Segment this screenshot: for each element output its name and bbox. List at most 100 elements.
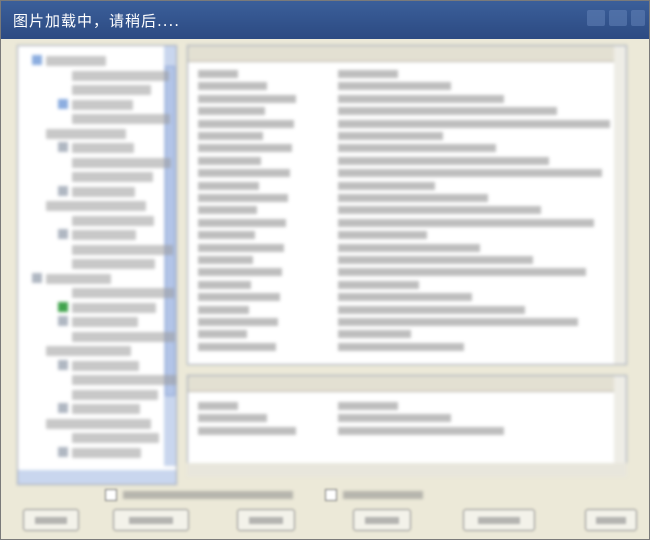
list-cell-value[interactable] (338, 144, 496, 153)
list-cell-value[interactable] (338, 119, 610, 128)
list-cell-name[interactable] (198, 94, 296, 103)
list-cell-value[interactable] (338, 181, 435, 190)
list-cell-name[interactable] (198, 82, 267, 91)
tree-pane[interactable] (17, 45, 177, 485)
tree-item[interactable] (72, 259, 155, 269)
list-cell-value[interactable] (338, 305, 525, 314)
option-checkbox-1[interactable] (105, 489, 117, 501)
list-cell-name[interactable] (198, 194, 288, 202)
list-cell-name[interactable] (198, 144, 292, 153)
list-cell-value[interactable] (338, 206, 541, 215)
tree-item[interactable] (72, 433, 159, 443)
details-column-header-value[interactable] (328, 376, 614, 392)
maximize-button[interactable] (609, 10, 627, 26)
tree-item[interactable] (72, 230, 136, 240)
action-button-2[interactable] (113, 509, 189, 531)
properties-list[interactable] (187, 45, 627, 365)
list-cell-value[interactable] (338, 70, 398, 78)
list-cell-name[interactable] (198, 414, 267, 423)
list-cell-value[interactable] (338, 156, 549, 165)
list-cell-value[interactable] (338, 243, 480, 252)
tree-item[interactable] (72, 244, 173, 255)
list-cell-name[interactable] (198, 280, 251, 289)
list-cell-value[interactable] (338, 414, 451, 423)
list-cell-name[interactable] (198, 305, 249, 314)
tree-item[interactable] (72, 70, 169, 81)
list-cell-name[interactable] (198, 402, 238, 410)
tree-item[interactable] (72, 389, 158, 400)
list-cell-value[interactable] (338, 82, 451, 91)
list-cell-name[interactable] (198, 156, 261, 165)
list-cell-value[interactable] (338, 94, 504, 103)
list-cell-value[interactable] (338, 293, 472, 302)
tree-item[interactable] (72, 317, 138, 327)
tree-item[interactable] (72, 85, 151, 95)
details-list[interactable] (187, 375, 627, 475)
list-cell-name[interactable] (198, 70, 238, 78)
list-cell-name[interactable] (198, 107, 265, 116)
list-cell-value[interactable] (338, 169, 602, 178)
action-button-3[interactable] (237, 509, 295, 531)
action-button-6[interactable] (585, 509, 637, 531)
option-checkbox-2[interactable] (325, 489, 337, 501)
tree-horizontal-scrollbar[interactable] (18, 470, 176, 484)
list-cell-name[interactable] (198, 318, 278, 326)
column-header-value[interactable] (328, 46, 614, 62)
list-cell-name[interactable] (198, 218, 286, 227)
tree-vertical-scrollbar[interactable] (164, 46, 176, 466)
list-cell-name[interactable] (198, 426, 296, 435)
tree-item[interactable] (72, 99, 133, 110)
tree-item[interactable] (72, 157, 171, 168)
title-bar[interactable]: 图片加载中，请稍后.... (1, 1, 649, 39)
list-cell-value[interactable] (338, 194, 488, 202)
list-cell-value[interactable] (338, 268, 586, 277)
list-cell-name[interactable] (198, 293, 280, 302)
tree-item[interactable] (72, 360, 139, 371)
list-cell-value[interactable] (338, 218, 594, 227)
tree-item[interactable] (72, 143, 134, 153)
tree-item[interactable] (72, 404, 140, 414)
tree-item[interactable] (72, 331, 175, 342)
list-cell-name[interactable] (198, 231, 255, 240)
action-button-4[interactable] (353, 509, 411, 531)
list-cell-value[interactable] (338, 256, 533, 264)
details-horizontal-scrollbar[interactable] (187, 463, 627, 477)
list-cell-name[interactable] (198, 268, 282, 277)
list-cell-value[interactable] (338, 330, 411, 339)
column-header-name[interactable] (188, 46, 328, 62)
list-cell-name[interactable] (198, 342, 276, 351)
details-column-header-name[interactable] (188, 376, 328, 392)
list-cell-name[interactable] (198, 243, 284, 252)
tree-item[interactable] (72, 215, 154, 226)
list-cell-value[interactable] (338, 231, 427, 240)
tree-item[interactable] (72, 375, 176, 385)
tree-item[interactable] (72, 302, 156, 313)
tree-item[interactable] (72, 186, 135, 197)
list-cell-value[interactable] (338, 426, 504, 435)
list-cell-name[interactable] (198, 132, 263, 140)
list-cell-value[interactable] (338, 402, 398, 410)
tree-item[interactable] (46, 128, 126, 139)
tree-item[interactable] (46, 273, 111, 284)
tree-item[interactable] (46, 346, 131, 356)
tree-item[interactable] (72, 172, 153, 182)
action-button-1[interactable] (23, 509, 79, 531)
details-vertical-scrollbar[interactable] (614, 376, 626, 474)
tree-item[interactable] (46, 56, 106, 66)
tree-item[interactable] (72, 447, 141, 458)
list-cell-name[interactable] (198, 330, 247, 339)
list-cell-value[interactable] (338, 342, 464, 351)
tree-item[interactable] (72, 114, 170, 124)
close-button[interactable] (631, 10, 645, 26)
list-cell-name[interactable] (198, 181, 259, 190)
minimize-button[interactable] (587, 10, 605, 26)
list-cell-value[interactable] (338, 318, 578, 326)
list-cell-name[interactable] (198, 169, 290, 178)
properties-vertical-scrollbar[interactable] (614, 46, 626, 364)
list-cell-value[interactable] (338, 132, 443, 140)
tree-item[interactable] (46, 418, 151, 429)
tree-item[interactable] (72, 288, 174, 298)
action-button-5[interactable] (463, 509, 535, 531)
list-cell-name[interactable] (198, 119, 294, 128)
list-cell-name[interactable] (198, 206, 257, 215)
